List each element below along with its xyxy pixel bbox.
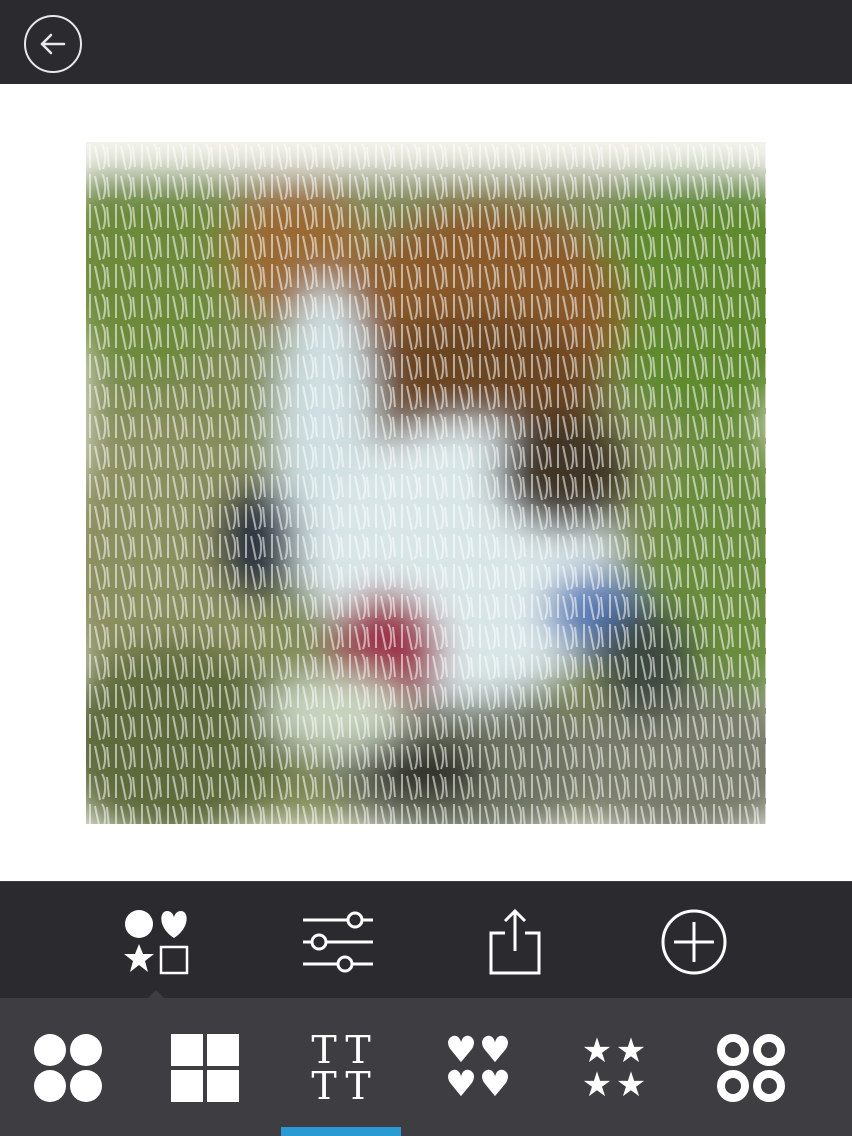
toolbar (0, 881, 852, 999)
heart-glyph: ♥ (444, 1030, 478, 1071)
back-button[interactable] (24, 15, 82, 73)
squares-shape-button[interactable] (165, 1028, 245, 1108)
stars-shape-button[interactable]: ★ ★ ★ ★ (574, 1028, 654, 1108)
four-hearts-icon: ♥ ♥ ♥ ♥ (444, 1030, 512, 1105)
four-stars-icon: ★ ★ ★ ★ (580, 1034, 648, 1102)
tt-glyph: T (311, 1028, 337, 1072)
heart-glyph: ♥ (478, 1030, 512, 1071)
tt-glyph: T (311, 1064, 337, 1108)
circles-shape-button[interactable] (28, 1028, 108, 1108)
tt-glyph: T (345, 1028, 371, 1072)
adjust-tool-button[interactable] (299, 904, 375, 980)
top-bar (0, 0, 852, 84)
share-icon (489, 908, 541, 975)
rings-shape-button[interactable] (711, 1028, 791, 1108)
artwork-image[interactable] (86, 142, 766, 824)
star-glyph: ★ (615, 1065, 647, 1105)
heart-glyph: ♥ (444, 1064, 478, 1105)
four-rings-icon (717, 1034, 785, 1102)
plus-circle-icon (661, 909, 727, 975)
four-circles-icon (34, 1034, 102, 1102)
tt-glyph: T (345, 1064, 371, 1108)
four-squares-icon (171, 1034, 239, 1102)
canvas-area (0, 84, 852, 881)
shapes-tool-button[interactable] (119, 904, 195, 980)
star-glyph: ★ (615, 1031, 647, 1071)
text-shape-button[interactable]: T T T T (301, 1028, 381, 1108)
shape-bar: T T T T ♥ ♥ ♥ ♥ ★ ★ ★ ★ (0, 998, 852, 1136)
sliders-icon (303, 911, 373, 973)
typographic-artwork (86, 142, 766, 824)
hearts-shape-button[interactable]: ♥ ♥ ♥ ♥ (438, 1028, 518, 1108)
heart-glyph: ♥ (478, 1064, 512, 1105)
text-tiles-icon: T T T T (307, 1028, 375, 1108)
share-tool-button[interactable] (477, 904, 553, 980)
selected-shape-indicator (281, 1127, 401, 1136)
arrow-left-icon (40, 33, 66, 55)
star-glyph: ★ (581, 1065, 613, 1105)
shapes-icon (124, 910, 189, 975)
add-tool-button[interactable] (656, 904, 732, 980)
star-glyph: ★ (581, 1031, 613, 1071)
